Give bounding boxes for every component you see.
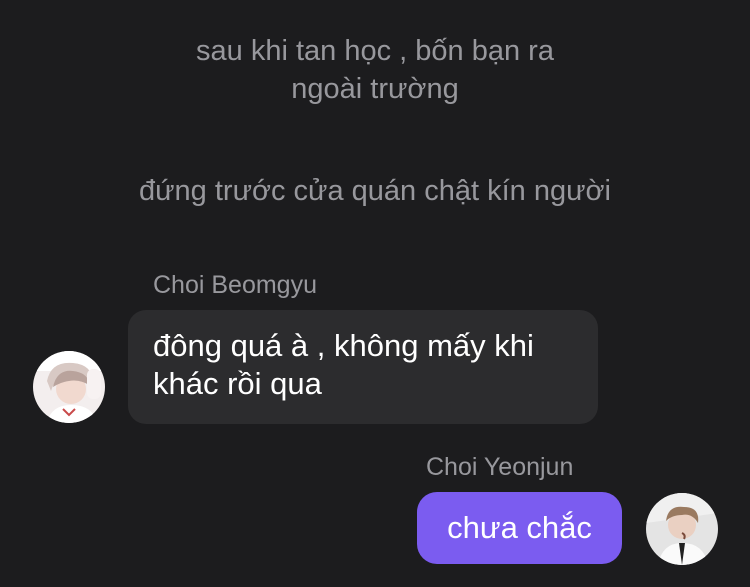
sender-name: Choi Yeonjun: [426, 453, 574, 481]
narration-text: đứng trước cửa quán chật kín người: [0, 172, 750, 210]
message-bubble-incoming[interactable]: đông quá à , không mấy khi khác rồi qua: [128, 310, 598, 424]
narration-line: sau khi tan học , bốn bạn ra: [196, 35, 554, 67]
chat-screen: sau khi tan học , bốn bạn ra ngoài trườn…: [0, 0, 750, 587]
message-line: đông quá à , không mấy khi: [153, 328, 534, 363]
sender-name: Choi Beomgyu: [153, 271, 317, 299]
avatar-photo-icon: [33, 351, 105, 423]
avatar[interactable]: [646, 493, 718, 565]
narration-line: đứng trước cửa quán chật kín người: [139, 175, 611, 207]
avatar[interactable]: [33, 351, 105, 423]
narration-text: sau khi tan học , bốn bạn ra ngoài trườn…: [0, 32, 750, 108]
narration-line: ngoài trường: [291, 73, 459, 105]
message-line: khác rồi qua: [153, 366, 322, 401]
message-bubble-outgoing[interactable]: chưa chắc: [417, 492, 622, 564]
avatar-photo-icon: [646, 493, 718, 565]
